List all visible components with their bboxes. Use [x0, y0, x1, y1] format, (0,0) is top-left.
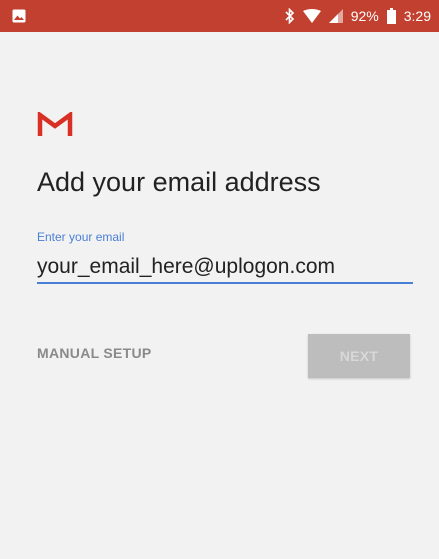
- battery-percent: 92%: [350, 8, 379, 24]
- status-bar: 92% 3:29: [0, 0, 439, 32]
- battery-icon: [386, 8, 396, 24]
- manual-setup-button[interactable]: MANUAL SETUP: [37, 345, 152, 361]
- signal-icon: [328, 9, 343, 23]
- email-field-label: Enter your email: [37, 230, 125, 244]
- page-title: Add your email address: [37, 167, 321, 197]
- next-button[interactable]: NEXT: [308, 334, 410, 378]
- wifi-icon: [302, 9, 321, 23]
- image-notification-icon: [12, 9, 26, 23]
- email-input[interactable]: [37, 252, 413, 284]
- gmail-logo-icon: [37, 112, 73, 136]
- status-time: 3:29: [403, 8, 431, 24]
- status-icons: 92% 3:29: [285, 0, 431, 32]
- bluetooth-icon: [285, 8, 294, 24]
